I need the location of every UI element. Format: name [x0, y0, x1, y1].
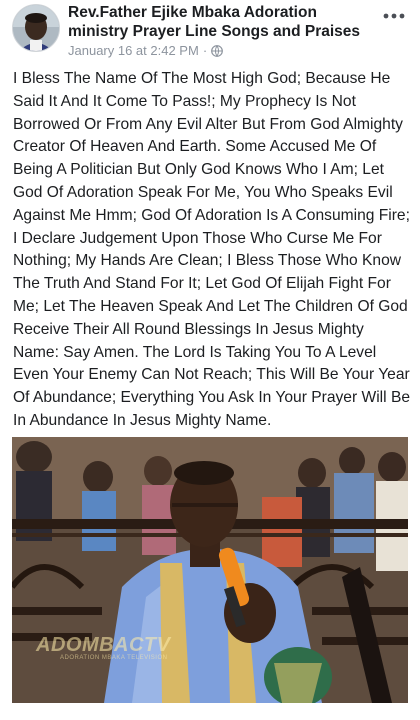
meta-separator: ·: [202, 43, 208, 58]
post-timestamp[interactable]: January 16 at 2:42 PM: [68, 43, 199, 58]
photo-watermark-sub: ADORATION MBAKA TELEVISION: [60, 655, 168, 661]
post-author-name[interactable]: Rev.Father Ejike Mbaka Adoration ministr…: [68, 3, 368, 41]
more-options-button[interactable]: [380, 6, 408, 26]
post-meta: January 16 at 2:42 PM ·: [68, 43, 224, 58]
photo-image: [12, 437, 408, 703]
globe-icon[interactable]: [211, 44, 224, 57]
more-options-icon: [383, 13, 405, 19]
author-avatar[interactable]: [12, 4, 60, 52]
photo-watermark: ADOMBACTV: [36, 634, 171, 656]
avatar-image: [13, 5, 59, 51]
post-body-text: I Bless The Name Of The Most High God; B…: [13, 70, 411, 429]
post-header: Rev.Father Ejike Mbaka Adoration ministr…: [0, 0, 420, 64]
facebook-post: Rev.Father Ejike Mbaka Adoration ministr…: [0, 0, 420, 720]
post-photo[interactable]: [12, 437, 408, 703]
